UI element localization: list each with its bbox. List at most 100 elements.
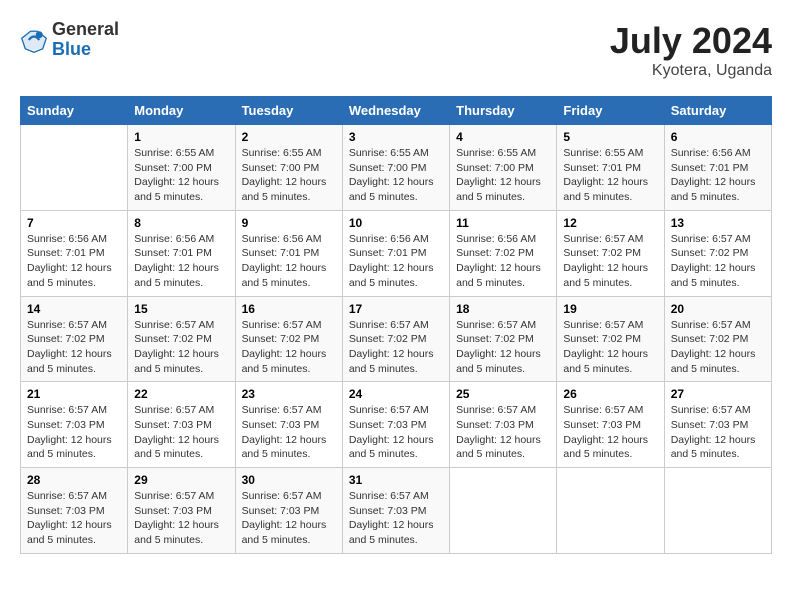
- page-header: General Blue July 2024 Kyotera, Uganda: [20, 20, 772, 80]
- day-info: Sunrise: 6:56 AMSunset: 7:01 PMDaylight:…: [134, 232, 228, 291]
- header-thursday: Thursday: [450, 97, 557, 125]
- calendar-title: July 2024: [610, 20, 772, 62]
- calendar-cell: 28Sunrise: 6:57 AMSunset: 7:03 PMDayligh…: [21, 468, 128, 554]
- logo: General Blue: [20, 20, 119, 60]
- day-info: Sunrise: 6:56 AMSunset: 7:01 PMDaylight:…: [349, 232, 443, 291]
- calendar-cell: 11 Sunrise: 6:56 AMSunset: 7:02 PMDayligh…: [450, 210, 557, 296]
- day-info: Sunrise: 6:57 AMSunset: 7:02 PMDaylight:…: [563, 232, 657, 291]
- day-number: 5: [563, 130, 657, 144]
- day-number: 10: [349, 216, 443, 230]
- day-info: Sunrise: 6:57 AMSunset: 7:03 PMDaylight:…: [134, 403, 228, 462]
- day-info: Sunrise: 6:55 AMSunset: 7:00 PMDaylight:…: [242, 146, 336, 205]
- calendar-week-row: 21 Sunrise: 6:57 AMSunset: 7:03 PMDayligh…: [21, 382, 772, 468]
- calendar-table: Sunday Monday Tuesday Wednesday Thursday…: [20, 96, 772, 554]
- day-number: 6: [671, 130, 765, 144]
- title-block: July 2024 Kyotera, Uganda: [610, 20, 772, 80]
- day-number: 13: [671, 216, 765, 230]
- calendar-cell: 6 Sunrise: 6:56 AMSunset: 7:01 PMDaylight…: [664, 125, 771, 211]
- day-number: 16: [242, 302, 336, 316]
- day-info: Sunrise: 6:57 AMSunset: 7:02 PMDaylight:…: [563, 318, 657, 377]
- day-number: 27: [671, 387, 765, 401]
- day-info: Sunrise: 6:57 AMSunset: 7:03 PMDaylight:…: [671, 403, 765, 462]
- calendar-cell: 29 Sunrise: 6:57 AMSunset: 7:03 PMDayligh…: [128, 468, 235, 554]
- day-info: Sunrise: 6:57 AMSunset: 7:02 PMDaylight:…: [27, 318, 121, 377]
- calendar-cell: 2 Sunrise: 6:55 AMSunset: 7:00 PMDaylight…: [235, 125, 342, 211]
- day-number: 17: [349, 302, 443, 316]
- day-info: Sunrise: 6:57 AMSunset: 7:03 PMDaylight:…: [27, 403, 121, 462]
- calendar-cell: 1Sunrise: 6:55 AMSunset: 7:00 PMDaylight…: [128, 125, 235, 211]
- day-info: Sunrise: 6:55 AMSunset: 7:01 PMDaylight:…: [563, 146, 657, 205]
- calendar-cell: 26 Sunrise: 6:57 AMSunset: 7:03 PMDayligh…: [557, 382, 664, 468]
- day-info: Sunrise: 6:57 AMSunset: 7:02 PMDaylight:…: [134, 318, 228, 377]
- calendar-cell: 3Sunrise: 6:55 AMSunset: 7:00 PMDaylight…: [342, 125, 449, 211]
- day-number: 21: [27, 387, 121, 401]
- calendar-cell: 4Sunrise: 6:55 AMSunset: 7:00 PMDaylight…: [450, 125, 557, 211]
- calendar-cell: 23 Sunrise: 6:57 AMSunset: 7:03 PMDayligh…: [235, 382, 342, 468]
- day-info: Sunrise: 6:56 AMSunset: 7:02 PMDaylight:…: [456, 232, 550, 291]
- day-info: Sunrise: 6:57 AMSunset: 7:02 PMDaylight:…: [349, 318, 443, 377]
- calendar-cell: 5 Sunrise: 6:55 AMSunset: 7:01 PMDaylight…: [557, 125, 664, 211]
- calendar-cell: 21 Sunrise: 6:57 AMSunset: 7:03 PMDayligh…: [21, 382, 128, 468]
- calendar-cell: 27 Sunrise: 6:57 AMSunset: 7:03 PMDayligh…: [664, 382, 771, 468]
- day-number: 31: [349, 473, 443, 487]
- calendar-cell: 18Sunrise: 6:57 AMSunset: 7:02 PMDayligh…: [450, 296, 557, 382]
- calendar-cell: 22 Sunrise: 6:57 AMSunset: 7:03 PMDayligh…: [128, 382, 235, 468]
- day-info: Sunrise: 6:57 AMSunset: 7:03 PMDaylight:…: [27, 489, 121, 548]
- day-info: Sunrise: 6:57 AMSunset: 7:03 PMDaylight:…: [563, 403, 657, 462]
- day-info: Sunrise: 6:57 AMSunset: 7:03 PMDaylight:…: [242, 489, 336, 548]
- day-info: Sunrise: 6:56 AMSunset: 7:01 PMDaylight:…: [671, 146, 765, 205]
- day-info: Sunrise: 6:57 AMSunset: 7:03 PMDaylight:…: [134, 489, 228, 548]
- calendar-cell: 8 Sunrise: 6:56 AMSunset: 7:01 PMDaylight…: [128, 210, 235, 296]
- calendar-cell: 15 Sunrise: 6:57 AMSunset: 7:02 PMDayligh…: [128, 296, 235, 382]
- calendar-week-row: 14 Sunrise: 6:57 AMSunset: 7:02 PMDayligh…: [21, 296, 772, 382]
- header-friday: Friday: [557, 97, 664, 125]
- calendar-cell: 9 Sunrise: 6:56 AMSunset: 7:01 PMDaylight…: [235, 210, 342, 296]
- day-info: Sunrise: 6:55 AMSunset: 7:00 PMDaylight:…: [349, 146, 443, 205]
- calendar-cell: 7Sunrise: 6:56 AMSunset: 7:01 PMDaylight…: [21, 210, 128, 296]
- day-info: Sunrise: 6:55 AMSunset: 7:00 PMDaylight:…: [134, 146, 228, 205]
- calendar-cell: [450, 468, 557, 554]
- day-number: 19: [563, 302, 657, 316]
- day-number: 25: [456, 387, 550, 401]
- calendar-cell: 25Sunrise: 6:57 AMSunset: 7:03 PMDayligh…: [450, 382, 557, 468]
- calendar-cell: [557, 468, 664, 554]
- day-number: 9: [242, 216, 336, 230]
- day-number: 4: [456, 130, 550, 144]
- calendar-cell: 24Sunrise: 6:57 AMSunset: 7:03 PMDayligh…: [342, 382, 449, 468]
- calendar-cell: 17 Sunrise: 6:57 AMSunset: 7:02 PMDayligh…: [342, 296, 449, 382]
- header-monday: Monday: [128, 97, 235, 125]
- calendar-cell: 20Sunrise: 6:57 AMSunset: 7:02 PMDayligh…: [664, 296, 771, 382]
- calendar-cell: 14 Sunrise: 6:57 AMSunset: 7:02 PMDayligh…: [21, 296, 128, 382]
- calendar-cell: 19 Sunrise: 6:57 AMSunset: 7:02 PMDayligh…: [557, 296, 664, 382]
- header-saturday: Saturday: [664, 97, 771, 125]
- calendar-cell: 13 Sunrise: 6:57 AMSunset: 7:02 PMDayligh…: [664, 210, 771, 296]
- day-number: 2: [242, 130, 336, 144]
- day-info: Sunrise: 6:57 AMSunset: 7:03 PMDaylight:…: [349, 489, 443, 548]
- logo-line1: General: [52, 20, 119, 40]
- day-number: 22: [134, 387, 228, 401]
- day-number: 29: [134, 473, 228, 487]
- day-number: 30: [242, 473, 336, 487]
- calendar-cell: [664, 468, 771, 554]
- day-number: 26: [563, 387, 657, 401]
- day-number: 8: [134, 216, 228, 230]
- day-info: Sunrise: 6:57 AMSunset: 7:02 PMDaylight:…: [671, 232, 765, 291]
- header-tuesday: Tuesday: [235, 97, 342, 125]
- header-wednesday: Wednesday: [342, 97, 449, 125]
- day-number: 11: [456, 216, 550, 230]
- calendar-cell: 31 Sunrise: 6:57 AMSunset: 7:03 PMDayligh…: [342, 468, 449, 554]
- day-number: 24: [349, 387, 443, 401]
- calendar-cell: [21, 125, 128, 211]
- logo-line2: Blue: [52, 40, 119, 60]
- day-number: 14: [27, 302, 121, 316]
- day-info: Sunrise: 6:57 AMSunset: 7:03 PMDaylight:…: [242, 403, 336, 462]
- day-number: 20: [671, 302, 765, 316]
- day-number: 15: [134, 302, 228, 316]
- day-number: 23: [242, 387, 336, 401]
- day-info: Sunrise: 6:56 AMSunset: 7:01 PMDaylight:…: [242, 232, 336, 291]
- calendar-cell: 16Sunrise: 6:57 AMSunset: 7:02 PMDayligh…: [235, 296, 342, 382]
- day-number: 12: [563, 216, 657, 230]
- calendar-week-row: 1Sunrise: 6:55 AMSunset: 7:00 PMDaylight…: [21, 125, 772, 211]
- calendar-week-row: 7Sunrise: 6:56 AMSunset: 7:01 PMDaylight…: [21, 210, 772, 296]
- day-number: 18: [456, 302, 550, 316]
